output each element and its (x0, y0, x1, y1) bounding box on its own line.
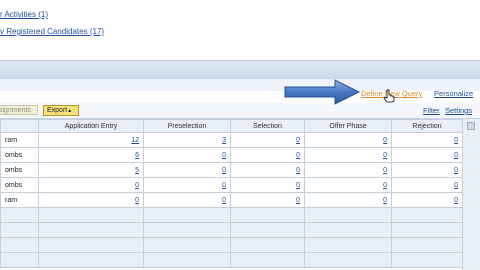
candidates-table: Application Entry Preselection Selection… (0, 119, 463, 268)
count-link[interactable]: 0 (222, 152, 226, 159)
count-link[interactable]: 0 (135, 197, 139, 204)
count-link[interactable]: 0 (454, 137, 458, 144)
count-link[interactable]: 0 (296, 182, 300, 189)
count-link[interactable]: 0 (296, 197, 300, 204)
query-bar: Define New Query Personalize (0, 86, 480, 100)
settings-link[interactable]: Settings (445, 106, 472, 115)
table-row: ombs 6 0 0 0 0 (0, 147, 463, 163)
export-button[interactable]: Export▴ (43, 105, 79, 116)
count-link[interactable]: 0 (383, 152, 387, 159)
count-link[interactable]: 3 (222, 137, 226, 144)
column-header-name (0, 119, 39, 133)
count-link[interactable]: 0 (296, 152, 300, 159)
top-links-area: r Activities (1) v Registered Candidates… (0, 0, 480, 60)
column-header-preselection[interactable]: Preselection (143, 119, 231, 133)
column-header-selection[interactable]: Selection (230, 119, 305, 133)
table-row: ram 12 3 0 0 0 (0, 132, 463, 148)
count-link[interactable]: 0 (383, 167, 387, 174)
count-link[interactable]: 0 (383, 182, 387, 189)
count-link[interactable]: 0 (454, 197, 458, 204)
table-row: ombs 5 0 0 0 0 (0, 162, 463, 178)
callout-arrow-icon (284, 79, 361, 105)
count-link[interactable]: 0 (222, 197, 226, 204)
table-header-row: Application Entry Preselection Selection… (0, 119, 463, 133)
table-row: ombs 0 0 0 0 0 (0, 177, 463, 193)
empty-row (0, 237, 463, 253)
count-link[interactable]: 0 (222, 182, 226, 189)
dropdown-arrow-icon: ▴ (68, 108, 72, 114)
column-header-rejection[interactable]: Rejection (391, 119, 463, 133)
table-row: ram 0 0 0 0 0 (0, 192, 463, 208)
personalize-link[interactable]: Personalize (434, 89, 473, 98)
empty-row (0, 252, 463, 268)
activities-link[interactable]: r Activities (1) (0, 10, 48, 19)
registered-candidates-link[interactable]: v Registered Candidates (17) (0, 27, 104, 36)
row-name-cell: ombs (0, 147, 39, 163)
export-button-label: Export (47, 107, 68, 114)
count-link[interactable]: 0 (454, 152, 458, 159)
row-name-cell: ombs (0, 177, 39, 193)
table-toolbar: signments Export▴ Filter Settings (0, 103, 480, 119)
column-header-application-entry[interactable]: Application Entry (38, 119, 144, 133)
scroll-up-arrow-icon[interactable] (467, 122, 475, 130)
count-link[interactable]: 0 (383, 137, 387, 144)
empty-row (0, 222, 463, 238)
empty-row (0, 207, 463, 223)
count-link[interactable]: 0 (135, 182, 139, 189)
row-name-cell: ram (0, 132, 39, 148)
filter-link[interactable]: Filter (423, 106, 440, 115)
row-name-cell: ombs (0, 162, 39, 178)
count-link[interactable]: 0 (454, 182, 458, 189)
count-link[interactable]: 0 (454, 167, 458, 174)
count-link[interactable]: 5 (135, 167, 139, 174)
hand-cursor-icon (383, 89, 395, 103)
count-link[interactable]: 0 (296, 137, 300, 144)
count-link[interactable]: 6 (135, 152, 139, 159)
header-band (0, 60, 480, 80)
count-link[interactable]: 0 (296, 167, 300, 174)
count-link[interactable]: 12 (131, 137, 139, 144)
column-header-offer-phase[interactable]: Offer Phase (304, 119, 392, 133)
table-scrollbar[interactable] (462, 119, 480, 270)
count-link[interactable]: 0 (383, 197, 387, 204)
assignments-button[interactable]: signments (0, 105, 38, 115)
count-link[interactable]: 0 (222, 167, 226, 174)
row-name-cell: ram (0, 192, 39, 208)
